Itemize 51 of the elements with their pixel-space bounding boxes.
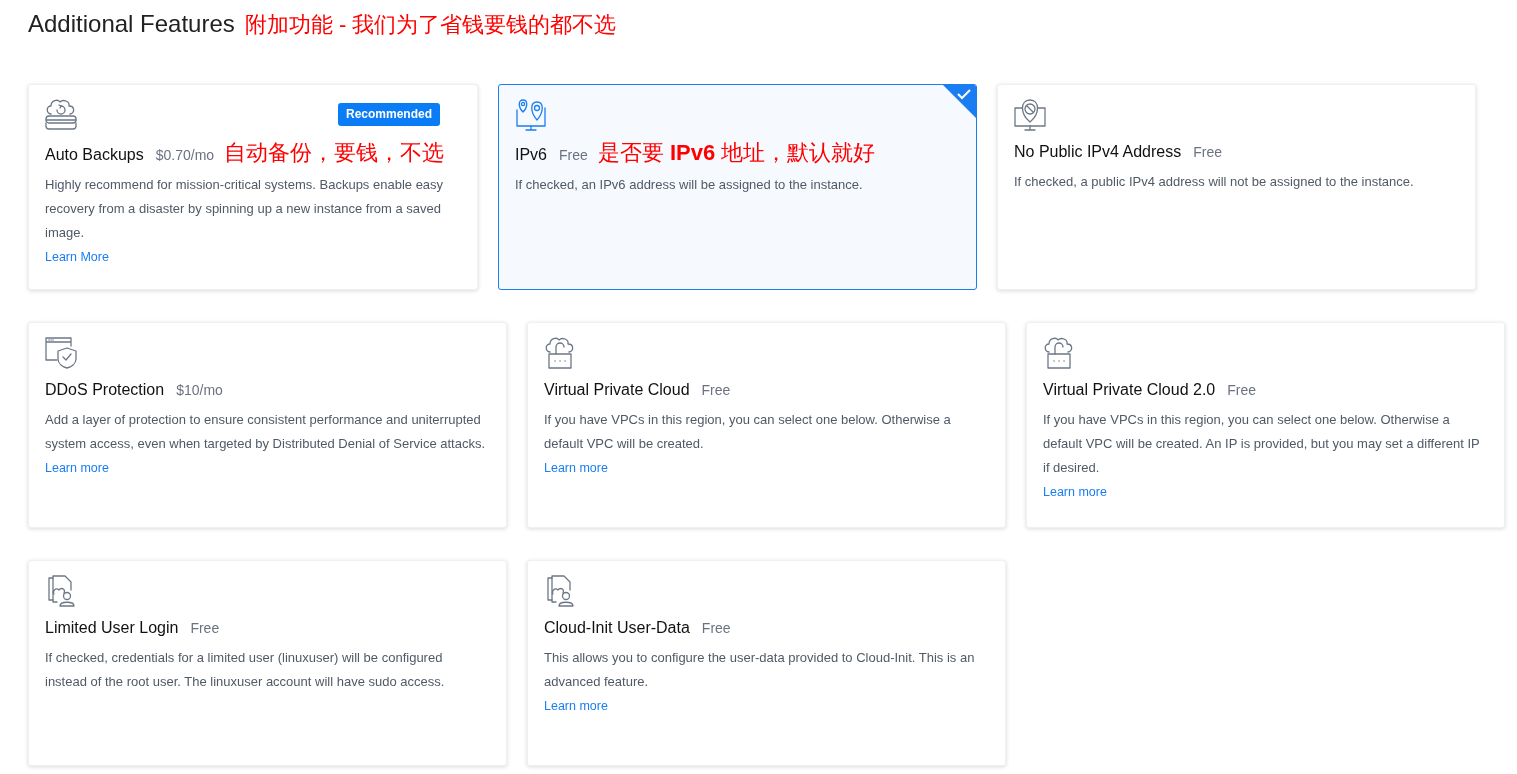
feature-title: Auto Backups <box>45 145 144 165</box>
cloud-disk-icon <box>45 98 77 132</box>
recommended-badge: Recommended <box>337 103 440 126</box>
feature-description: Highly recommend for mission-critical systems. Backups enable easy recovery from a disaster by spinning up a new instance from a saved image. <box>45 176 445 242</box>
feature-description: If you have VPCs in this region, you can select one below. Otherwise a default VPC will be created. An IP is provided, but you may set a different IP if desired. <box>1043 411 1481 477</box>
learn-more-link[interactable]: Learn more <box>45 456 109 480</box>
corner-check-icon <box>943 85 976 118</box>
feature-card[interactable]: Virtual Private Cloud Free If you have VPCs in this region, you can select one below. Otherwise a default VPC will be created. Learn more <box>527 322 1006 528</box>
cloud-lock-icon <box>1043 336 1075 370</box>
feature-price: $10/mo <box>176 381 223 400</box>
learn-more-link[interactable]: Learn more <box>544 694 608 718</box>
feature-card[interactable]: Limited User Login Free If checked, credentials for a limited user (linuxuser) will be configured instead of the root user. The linuxuser account will have sudo access. <box>28 560 507 766</box>
documents-user-icon <box>544 574 576 608</box>
learn-more-link[interactable]: Learn More <box>45 245 109 269</box>
map-pin-monitor-icon <box>515 98 547 132</box>
feature-card[interactable]: No Public IPv4 Address Free If checked, a public IPv4 address will not be assigned to the instance. <box>997 84 1476 290</box>
annotation-note: 自动备份，要钱，不选 <box>224 140 445 166</box>
feature-title: DDoS Protection <box>45 380 165 400</box>
feature-price: Free <box>701 619 731 638</box>
cloud-lock-icon <box>544 336 576 370</box>
feature-description: If checked, a public IPv4 address will not be assigned to the instance. <box>1014 173 1415 191</box>
feature-card[interactable]: IPv6 Free 是否要 IPv6 地址，默认就好 If checked, an IPv6 address will be assigned to the instance. <box>498 84 977 290</box>
section-title: Additional Features <box>28 9 235 39</box>
feature-card[interactable]: Cloud-Init User-Data Free This allows you to configure the user-data provided to Cloud-Init. This is an advanced feature. Learn more <box>527 560 1006 766</box>
feature-description: If you have VPCs in this region, you can select one below. Otherwise a default VPC will be created. <box>544 411 952 453</box>
feature-title: No Public IPv4 Address <box>1014 142 1182 162</box>
browser-shield-icon <box>45 336 77 370</box>
feature-card[interactable]: Recommended Auto Backups $0.70/mo 自动备份，要钱，不选 Highly recommend for mission-critical systems. Backups enable easy recovery from a disaster by spinning up a new instance from a saved image. Learn More <box>28 84 478 290</box>
annotation-note: 附加功能 - 我们为了省钱要钱的都不选 <box>244 11 617 39</box>
feature-price: $0.70/mo <box>155 146 215 165</box>
annotation-note: 是否要 IPv6 地址，默认就好 <box>597 140 876 166</box>
feature-description: Add a layer of protection to ensure consistent performance and uniterrupted system access, even when targeted by Distributed Denial of Service attacks. <box>45 411 487 453</box>
feature-price: Free <box>559 146 588 165</box>
feature-title: Virtual Private Cloud <box>544 380 690 400</box>
feature-price: Free <box>701 381 731 400</box>
feature-title: Limited User Login <box>45 618 179 638</box>
feature-card[interactable]: DDoS Protection $10/mo Add a layer of protection to ensure consistent performance and uniterrupted system access, even when targeted by Distributed Denial of Service attacks. Learn more <box>28 322 507 528</box>
feature-price: Free <box>190 619 220 638</box>
feature-description: This allows you to configure the user-data provided to Cloud-Init. This is an advanced feature. <box>544 649 976 691</box>
learn-more-link[interactable]: Learn more <box>544 456 608 480</box>
documents-user-icon <box>45 574 77 608</box>
feature-title: Virtual Private Cloud 2.0 <box>1043 380 1216 400</box>
feature-card[interactable] <box>1026 322 1505 528</box>
feature-description: If checked, credentials for a limited user (linuxuser) will be configured instead of the root user. The linuxuser account will have sudo access. <box>45 649 446 691</box>
feature-description: If checked, an IPv6 address will be assigned to the instance. <box>515 176 864 194</box>
feature-price: Free <box>1193 143 1222 162</box>
feature-price: Free <box>1227 381 1257 400</box>
feature-title: Cloud-Init User-Data <box>544 618 690 638</box>
blocked-pin-monitor-icon <box>1014 98 1046 132</box>
feature-title: IPv6 <box>515 145 547 165</box>
learn-more-link[interactable]: Learn more <box>1043 480 1107 504</box>
